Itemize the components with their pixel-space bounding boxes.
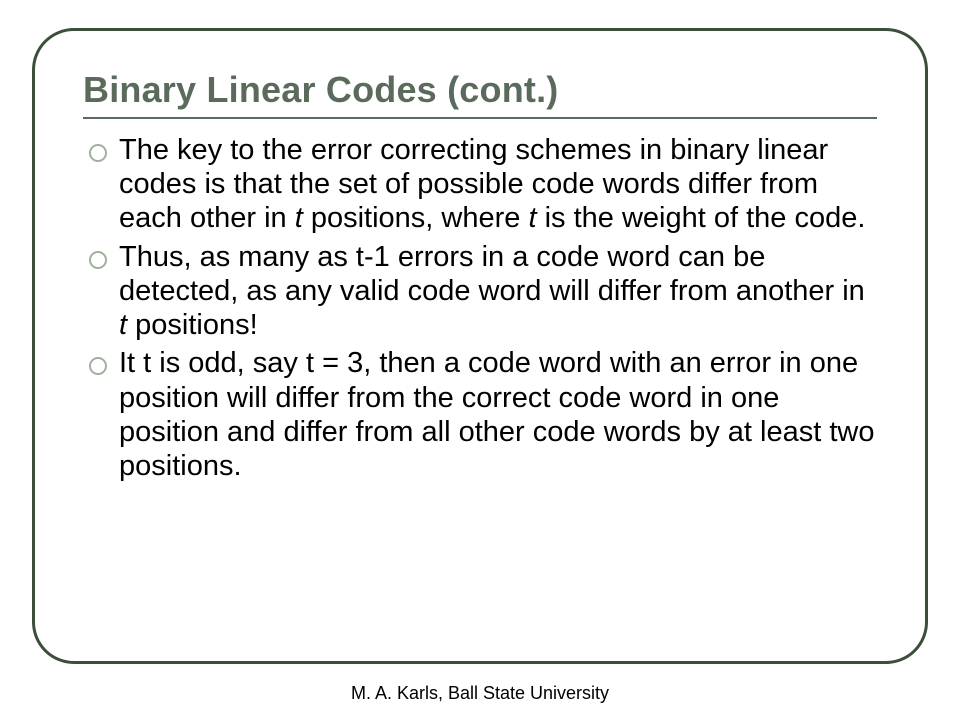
slide-title: Binary Linear Codes (cont.) bbox=[83, 69, 877, 111]
bullet-list: The key to the error correcting schemes … bbox=[83, 133, 877, 483]
title-divider bbox=[83, 117, 877, 119]
slide-footer: M. A. Karls, Ball State University bbox=[0, 683, 960, 704]
list-item: It t is odd, say t = 3, then a code word… bbox=[83, 346, 877, 483]
bullet-text: is the weight of the code. bbox=[537, 202, 866, 234]
bullet-text: positions! bbox=[127, 309, 258, 341]
bullet-text: It t is odd, say t = 3, then a code word… bbox=[119, 347, 874, 482]
bullet-text: positions, where bbox=[303, 202, 529, 234]
italic-var: t bbox=[295, 202, 303, 234]
italic-var: t bbox=[528, 202, 536, 234]
list-item: Thus, as many as t-1 errors in a code wo… bbox=[83, 240, 877, 343]
list-item: The key to the error correcting schemes … bbox=[83, 133, 877, 236]
bullet-text: Thus, as many as t-1 errors in a code wo… bbox=[119, 241, 865, 307]
slide-frame: Binary Linear Codes (cont.) The key to t… bbox=[32, 28, 928, 664]
italic-var: t bbox=[119, 309, 127, 341]
